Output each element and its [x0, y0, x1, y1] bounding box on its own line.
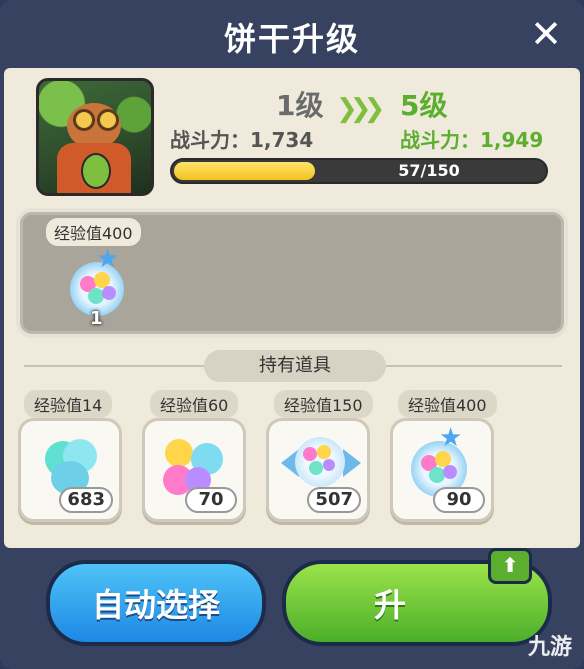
xp-progress-text: 57/150 — [398, 161, 460, 180]
xp-progress-bar: 57/150 — [170, 158, 548, 184]
item-count: 683 — [59, 487, 113, 513]
double-chevron-right-icon: ❯❯❯ — [336, 94, 385, 124]
item-count: 90 — [433, 487, 485, 513]
item-card[interactable]: 507 — [266, 418, 370, 522]
item-card[interactable]: 683 — [18, 418, 122, 522]
current-power: 战斗力：1,734 — [170, 128, 314, 152]
owned-items-title: 持有道具 — [204, 350, 386, 382]
item-count: 507 — [307, 487, 361, 513]
watermark-logo: 九游 — [527, 635, 572, 660]
current-level: 1级 — [276, 89, 324, 122]
goggle-left-icon — [73, 109, 95, 131]
avocado-icon — [81, 153, 111, 189]
arrow-up-icon: ⬆ — [488, 548, 532, 584]
item-card[interactable]: 70 — [142, 418, 246, 522]
item-exp-label: 经验值150 — [274, 390, 373, 418]
item-exp-label: 经验值60 — [150, 390, 239, 418]
selected-item-count: 1 — [90, 308, 103, 329]
header: 饼干升级 ✕ — [0, 0, 584, 68]
selected-item-exp-label: 经验值400 — [46, 218, 141, 246]
close-icon[interactable]: ✕ — [526, 14, 566, 54]
auto-select-button[interactable]: 自动选择 — [46, 560, 266, 646]
panel-title: 饼干升级 — [223, 20, 360, 58]
next-level: 5级 — [400, 89, 448, 122]
cookie-portrait — [36, 78, 154, 196]
upgrade-panel: 饼干升级 ✕ 1级 战斗力：1,734 ❯❯❯ 5级 战斗力：1,949 57/… — [0, 0, 584, 669]
content-area: 1级 战斗力：1,734 ❯❯❯ 5级 战斗力：1,949 57/150 经验值… — [4, 68, 580, 548]
item-exp-label: 经验值400 — [398, 390, 497, 418]
goggle-right-icon — [97, 109, 119, 131]
item-count: 70 — [185, 487, 237, 513]
item-exp-label: 经验值14 — [24, 390, 113, 418]
next-power: 战斗力：1,949 — [400, 128, 544, 152]
item-card[interactable]: ★ 90 — [390, 418, 494, 522]
